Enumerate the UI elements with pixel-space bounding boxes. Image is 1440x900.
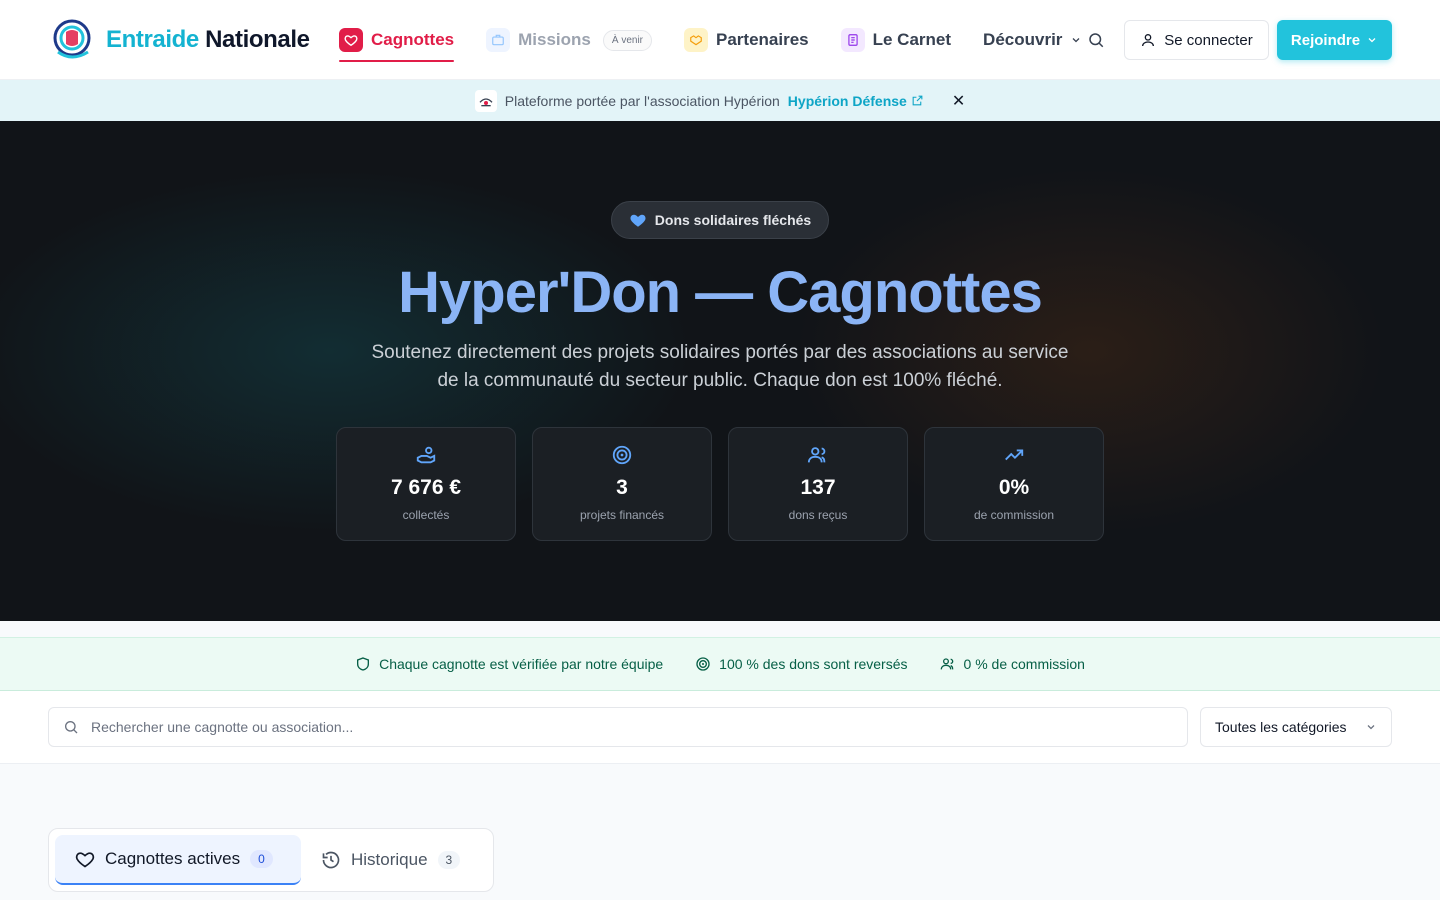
- trending-up-icon: [1005, 449, 1024, 461]
- nav-cagnottes[interactable]: Cagnottes: [339, 22, 455, 62]
- page-title: Hyper'Don — Cagnottes: [398, 260, 1043, 325]
- users-icon: [807, 447, 826, 463]
- hero-section: Dons solidaires fléchés Hyper'Don — Cagn…: [0, 121, 1440, 621]
- logo-icon: [53, 19, 91, 59]
- stat-card: 0% de commission: [924, 427, 1104, 541]
- stat-card: 3 projets financés: [532, 427, 712, 541]
- main-nav: Cagnottes Missions À venir Partenaires L…: [339, 22, 1082, 62]
- heart-icon: [75, 852, 95, 868]
- hyperion-logo-icon: [474, 89, 497, 112]
- tab-active-cagnottes[interactable]: Cagnottes actives 0: [55, 835, 301, 885]
- stat-value: 3: [616, 476, 628, 499]
- tab-active-label: Cagnottes actives: [105, 849, 241, 868]
- login-label: Se connecter: [1164, 31, 1253, 49]
- nav-missions-label: Missions: [518, 30, 591, 49]
- stat-value: 0%: [998, 476, 1030, 499]
- logo[interactable]: Entraide Nationale: [52, 18, 310, 62]
- close-icon[interactable]: ✕: [952, 91, 965, 111]
- heart-icon: [630, 214, 646, 227]
- handshake-icon: [684, 28, 708, 52]
- shield-icon: [357, 657, 370, 671]
- briefcase-icon: [486, 28, 511, 52]
- trust-item: 0 % de commission: [940, 656, 1085, 672]
- notebook-icon: [840, 28, 865, 52]
- history-icon: [322, 851, 340, 869]
- tab-history[interactable]: Historique 3: [321, 835, 461, 885]
- users-icon: [940, 658, 953, 670]
- logo-text-part1: Entraide: [106, 26, 199, 53]
- hand-coins-icon: [416, 446, 436, 464]
- hero-pill-label: Dons solidaires fléchés: [654, 212, 812, 228]
- nav-partenaires-label: Partenaires: [716, 30, 809, 49]
- chevron-down-icon: [1367, 725, 1375, 730]
- heart-icon: [339, 28, 363, 52]
- banner-text: Plateforme portée par l'association Hypé…: [504, 92, 780, 109]
- search-icon: [1089, 33, 1104, 48]
- nav-missions[interactable]: Missions À venir: [486, 22, 652, 58]
- logo-text-part2: Nationale: [205, 26, 310, 53]
- search-field: [48, 707, 1188, 747]
- tab-count-badge: 3: [437, 851, 461, 869]
- banner-link[interactable]: Hypérion Défense: [788, 93, 924, 109]
- filter-bar: Toutes les catégories: [0, 691, 1440, 764]
- stats-row: 7 676 € collectés 3 projets financés 137…: [336, 427, 1104, 541]
- search-button[interactable]: [1084, 28, 1108, 52]
- trust-strip: Chaque cagnotte est vérifiée par notre é…: [0, 637, 1440, 691]
- join-label: Rejoindre: [1290, 31, 1361, 49]
- nav-cagnottes-label: Cagnottes: [371, 30, 455, 49]
- user-icon: [1142, 34, 1155, 47]
- category-select-value: Toutes les catégories: [1215, 719, 1347, 735]
- join-button[interactable]: Rejoindre: [1277, 20, 1392, 60]
- trust-item: Chaque cagnotte est vérifiée par notre é…: [355, 656, 663, 672]
- hero-pill: Dons solidaires fléchés: [611, 201, 829, 239]
- tab-history-label: Historique: [351, 850, 428, 869]
- target-icon: [612, 445, 632, 465]
- stat-card: 7 676 € collectés: [336, 427, 516, 541]
- nav-partenaires[interactable]: Partenaires: [684, 22, 809, 58]
- stat-value: 7 676 €: [390, 476, 462, 499]
- search-input[interactable]: [91, 719, 1151, 735]
- target-icon: [696, 657, 710, 671]
- top-header: Entraide Nationale Cagnottes Missions À …: [0, 0, 1440, 80]
- hero-subtitle: Soutenez directement des projets solidai…: [371, 342, 1069, 391]
- chevron-down-icon: [1072, 38, 1080, 43]
- trust-verified: Chaque cagnotte est vérifiée par notre é…: [379, 656, 664, 672]
- category-select[interactable]: Toutes les catégories: [1200, 707, 1392, 747]
- nav-carnet[interactable]: Le Carnet: [840, 22, 952, 58]
- external-link-icon: [912, 95, 923, 106]
- stat-label: projets financés: [579, 508, 665, 522]
- stat-label: dons reçus: [788, 508, 848, 522]
- trust-reversed: 100 % des dons sont reversés: [719, 656, 908, 672]
- trust-commission: 0 % de commission: [963, 656, 1085, 672]
- nav-decouvrir[interactable]: Découvrir: [983, 22, 1082, 58]
- stat-value: 137: [800, 476, 836, 499]
- trust-item: 100 % des dons sont reversés: [695, 656, 908, 672]
- nav-decouvrir-label: Découvrir: [983, 30, 1063, 49]
- chevron-down-icon: [1368, 38, 1376, 43]
- login-button[interactable]: Se connecter: [1124, 20, 1269, 60]
- search-icon: [65, 721, 78, 734]
- banner-link-label: Hypérion Défense: [787, 92, 907, 109]
- logo-text: Entraide Nationale: [106, 26, 310, 54]
- stat-card: 137 dons reçus: [728, 427, 908, 541]
- tab-count-badge: 0: [250, 850, 273, 868]
- stat-label: collectés: [402, 508, 450, 522]
- stat-label: de commission: [973, 508, 1055, 522]
- association-banner: Plateforme portée par l'association Hypé…: [0, 80, 1440, 121]
- cagnottes-tabs: Cagnottes actives 0 Historique 3: [48, 828, 494, 892]
- nav-carnet-label: Le Carnet: [872, 30, 952, 49]
- coming-soon-badge: À venir: [602, 29, 652, 51]
